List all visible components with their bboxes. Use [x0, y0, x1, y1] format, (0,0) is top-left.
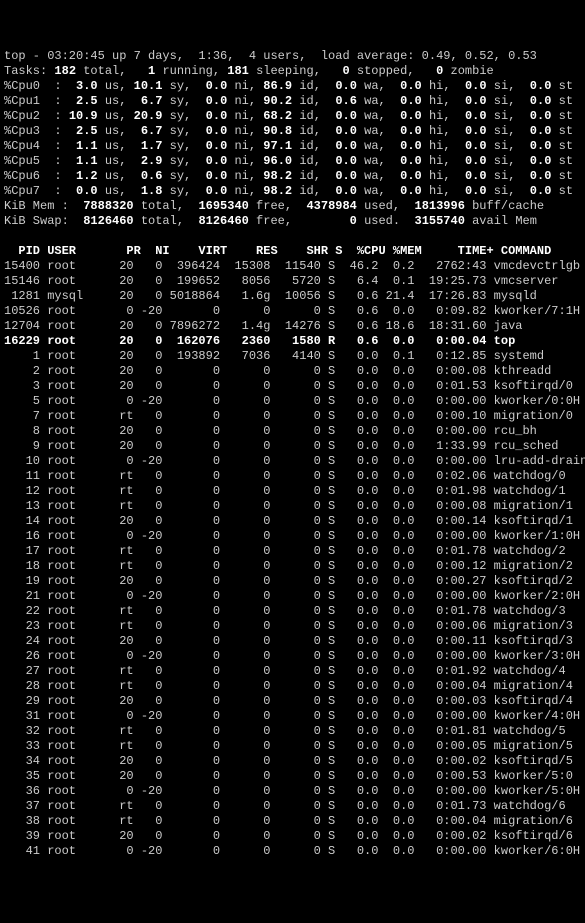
- process-row[interactable]: 26 root 0 -20 0 0 0 S 0.0 0.0 0:00.00 kw…: [4, 649, 585, 664]
- process-row[interactable]: 12 root rt 0 0 0 0 S 0.0 0.0 0:01.98 wat…: [4, 484, 585, 499]
- process-row[interactable]: 32 root rt 0 0 0 0 S 0.0 0.0 0:01.81 wat…: [4, 724, 585, 739]
- process-row[interactable]: 10 root 0 -20 0 0 0 S 0.0 0.0 0:00.00 lr…: [4, 454, 585, 469]
- process-row[interactable]: 11 root rt 0 0 0 0 S 0.0 0.0 0:02.06 wat…: [4, 469, 585, 484]
- process-row[interactable]: 24 root 20 0 0 0 0 S 0.0 0.0 0:00.11 kso…: [4, 634, 585, 649]
- process-header: PID USER PR NI VIRT RES SHR S %CPU %MEM …: [4, 244, 585, 259]
- terminal-output[interactable]: top - 03:20:45 up 7 days, 1:36, 4 users,…: [4, 49, 585, 859]
- process-row[interactable]: 37 root rt 0 0 0 0 S 0.0 0.0 0:01.73 wat…: [4, 799, 585, 814]
- process-row[interactable]: 29 root 20 0 0 0 0 S 0.0 0.0 0:00.03 kso…: [4, 694, 585, 709]
- cpu-line-2: %Cpu2 : 10.9 us, 20.9 sy, 0.0 ni, 68.2 i…: [4, 109, 585, 124]
- process-row[interactable]: 31 root 0 -20 0 0 0 S 0.0 0.0 0:00.00 kw…: [4, 709, 585, 724]
- process-row[interactable]: 1281 mysql 20 0 5018864 1.6g 10056 S 0.6…: [4, 289, 585, 304]
- process-row[interactable]: 34 root 20 0 0 0 0 S 0.0 0.0 0:00.02 kso…: [4, 754, 585, 769]
- process-row[interactable]: 2 root 20 0 0 0 0 S 0.0 0.0 0:00.08 kthr…: [4, 364, 585, 379]
- process-row[interactable]: 5 root 0 -20 0 0 0 S 0.0 0.0 0:00.00 kwo…: [4, 394, 585, 409]
- process-row[interactable]: 15146 root 20 0 199652 8056 5720 S 6.4 0…: [4, 274, 585, 289]
- summary-line: top - 03:20:45 up 7 days, 1:36, 4 users,…: [4, 49, 585, 64]
- blank-line: [4, 229, 585, 244]
- process-row[interactable]: 19 root 20 0 0 0 0 S 0.0 0.0 0:00.27 kso…: [4, 574, 585, 589]
- process-row[interactable]: 10526 root 0 -20 0 0 0 S 0.6 0.0 0:09.82…: [4, 304, 585, 319]
- cpu-line-6: %Cpu6 : 1.2 us, 0.6 sy, 0.0 ni, 98.2 id,…: [4, 169, 585, 184]
- cpu-line-1: %Cpu1 : 2.5 us, 6.7 sy, 0.0 ni, 90.2 id,…: [4, 94, 585, 109]
- process-row[interactable]: 14 root 20 0 0 0 0 S 0.0 0.0 0:00.14 kso…: [4, 514, 585, 529]
- cpu-line-5: %Cpu5 : 1.1 us, 2.9 sy, 0.0 ni, 96.0 id,…: [4, 154, 585, 169]
- cpu-line-4: %Cpu4 : 1.1 us, 1.7 sy, 0.0 ni, 97.1 id,…: [4, 139, 585, 154]
- cpu-line-3: %Cpu3 : 2.5 us, 6.7 sy, 0.0 ni, 90.8 id,…: [4, 124, 585, 139]
- process-row[interactable]: 36 root 0 -20 0 0 0 S 0.0 0.0 0:00.00 kw…: [4, 784, 585, 799]
- process-row[interactable]: 23 root rt 0 0 0 0 S 0.0 0.0 0:00.06 mig…: [4, 619, 585, 634]
- process-row[interactable]: 27 root rt 0 0 0 0 S 0.0 0.0 0:01.92 wat…: [4, 664, 585, 679]
- swap-line: KiB Swap: 8126460 total, 8126460 free, 0…: [4, 214, 585, 229]
- process-row[interactable]: 38 root rt 0 0 0 0 S 0.0 0.0 0:00.04 mig…: [4, 814, 585, 829]
- process-row[interactable]: 22 root rt 0 0 0 0 S 0.0 0.0 0:01.78 wat…: [4, 604, 585, 619]
- process-row[interactable]: 41 root 0 -20 0 0 0 S 0.0 0.0 0:00.00 kw…: [4, 844, 585, 859]
- process-row[interactable]: 33 root rt 0 0 0 0 S 0.0 0.0 0:00.05 mig…: [4, 739, 585, 754]
- cpu-line-0: %Cpu0 : 3.0 us, 10.1 sy, 0.0 ni, 86.9 id…: [4, 79, 585, 94]
- process-row[interactable]: 18 root rt 0 0 0 0 S 0.0 0.0 0:00.12 mig…: [4, 559, 585, 574]
- process-row[interactable]: 28 root rt 0 0 0 0 S 0.0 0.0 0:00.04 mig…: [4, 679, 585, 694]
- process-row[interactable]: 39 root 20 0 0 0 0 S 0.0 0.0 0:00.02 kso…: [4, 829, 585, 844]
- process-row[interactable]: 1 root 20 0 193892 7036 4140 S 0.0 0.1 0…: [4, 349, 585, 364]
- mem-line: KiB Mem : 7888320 total, 1695340 free, 4…: [4, 199, 585, 214]
- process-row[interactable]: 12704 root 20 0 7896272 1.4g 14276 S 0.6…: [4, 319, 585, 334]
- process-row[interactable]: 8 root 20 0 0 0 0 S 0.0 0.0 0:00.00 rcu_…: [4, 424, 585, 439]
- process-row[interactable]: 16 root 0 -20 0 0 0 S 0.0 0.0 0:00.00 kw…: [4, 529, 585, 544]
- process-row[interactable]: 3 root 20 0 0 0 0 S 0.0 0.0 0:01.53 ksof…: [4, 379, 585, 394]
- tasks-line: Tasks: 182 total, 1 running, 181 sleepin…: [4, 64, 585, 79]
- process-row[interactable]: 15400 root 20 0 396424 15308 11540 S 46.…: [4, 259, 585, 274]
- process-row[interactable]: 16229 root 20 0 162076 2360 1580 R 0.6 0…: [4, 334, 585, 349]
- process-row[interactable]: 7 root rt 0 0 0 0 S 0.0 0.0 0:00.10 migr…: [4, 409, 585, 424]
- process-row[interactable]: 13 root rt 0 0 0 0 S 0.0 0.0 0:00.08 mig…: [4, 499, 585, 514]
- process-row[interactable]: 17 root rt 0 0 0 0 S 0.0 0.0 0:01.78 wat…: [4, 544, 585, 559]
- process-row[interactable]: 9 root 20 0 0 0 0 S 0.0 0.0 1:33.99 rcu_…: [4, 439, 585, 454]
- process-row[interactable]: 35 root 20 0 0 0 0 S 0.0 0.0 0:00.53 kwo…: [4, 769, 585, 784]
- cpu-line-7: %Cpu7 : 0.0 us, 1.8 sy, 0.0 ni, 98.2 id,…: [4, 184, 585, 199]
- process-row[interactable]: 21 root 0 -20 0 0 0 S 0.0 0.0 0:00.00 kw…: [4, 589, 585, 604]
